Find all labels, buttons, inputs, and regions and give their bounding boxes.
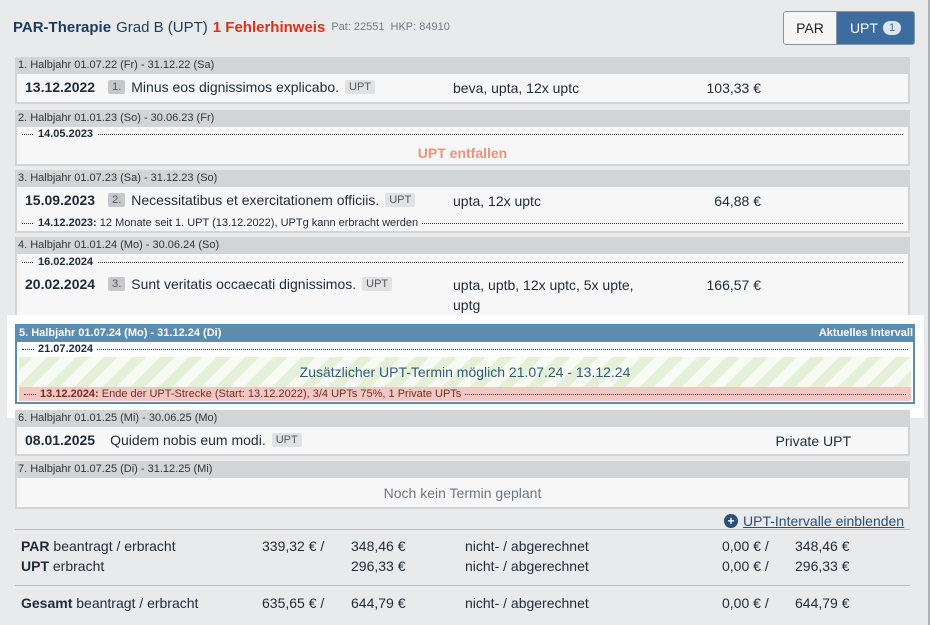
summary-upt-erbracht: 296,33 €	[351, 558, 406, 574]
error-hint-link[interactable]: 1 Fehlerhinweis	[213, 19, 326, 36]
procedure-codes-continued: uptg	[453, 297, 481, 313]
summary-upt-nicht: 0,00 € /	[722, 558, 769, 574]
interval-header: 6. Halbjahr 01.01.25 (Mi) - 30.06.25 (Mo…	[15, 410, 910, 427]
upt-tag: UPT	[271, 433, 302, 447]
summary-par-abgerechnet: 348,46 €	[795, 538, 850, 554]
upt-tag: UPT	[345, 80, 376, 94]
summary-par-nicht: 0,00 € /	[722, 538, 769, 554]
possible-upt-window[interactable]: Zusätzlicher UPT-Termin möglich 21.07.24…	[19, 357, 911, 387]
interval-header: 2. Halbjahr 01.01.23 (So) - 30.06.23 (Fr…	[15, 110, 910, 127]
marker-date: 13.12.2024:	[40, 388, 99, 400]
interval-section-6: 6. Halbjahr 01.01.25 (Mi) - 30.06.25 (Mo…	[15, 410, 910, 456]
appointment-date: 13.12.2022	[25, 79, 96, 95]
interval-section-2: 2. Halbjahr 01.01.23 (So) - 30.06.23 (Fr…	[15, 110, 910, 166]
summary-upt-label: UPT	[21, 558, 49, 574]
procedure-codes: upta, 12x uptc	[453, 193, 541, 209]
par-therapy-window: PAR-Therapie Grad B (UPT) 1 Fehlerhinwei…	[0, 0, 930, 625]
appointment-row[interactable]: 13.12.2022 1. Minus eos dignissimos expl…	[15, 74, 910, 104]
summary-par-beantragt: 339,32 € /	[262, 538, 325, 554]
summary-total-nicht: 0,00 € /	[722, 595, 769, 611]
marker-note: 12 Monate seit 1. UPT (13.12.2022), UPTg…	[99, 217, 419, 229]
appointment-description: Quidem nobis eum modi.	[110, 432, 266, 448]
date-marker: 21.07.2024	[22, 343, 908, 355]
procedure-codes: upta, uptb, 12x uptc, 5x upte,	[453, 277, 634, 293]
summary-divider	[15, 529, 910, 530]
appointment-description: Necessitatibus et exercitationem officii…	[131, 192, 380, 208]
marker-date: 14.12.2023:	[38, 217, 97, 229]
interval-header: 7. Halbjahr 01.07.25 (Di) - 31.12.25 (Mi…	[15, 461, 910, 478]
marker-date: 14.05.2023	[34, 128, 98, 140]
summary-par-erbracht: 348,46 €	[351, 538, 406, 554]
private-upt-label: Private UPT	[775, 433, 851, 449]
upt-cancelled-notice: UPT entfallen	[417, 145, 508, 161]
appointment-amount: 64,88 €	[714, 193, 761, 209]
show-upt-intervals-link[interactable]: + UPT-Intervalle einblenden	[724, 513, 904, 529]
hkp-id: HKP: 84910	[390, 21, 450, 33]
summary-total-status: nicht- / abgerechnet	[465, 595, 589, 611]
show-upt-intervals-label: UPT-Intervalle einblenden	[743, 513, 905, 529]
appointment-row[interactable]: 08.01.2025 Quidem nobis eum modi. UPT Pr…	[15, 427, 910, 456]
patient-id: Pat: 22551	[331, 21, 385, 33]
summary-par-label: PAR	[21, 538, 50, 554]
summary-par-desc: beantragt / erbracht	[53, 538, 176, 554]
appointment-number: 1.	[108, 80, 126, 94]
date-marker: 14.12.2023: 12 Monate seit 1. UPT (13.12…	[22, 217, 903, 229]
marker-date: 16.02.2024	[34, 256, 98, 268]
upt-count-badge: 1	[882, 21, 902, 35]
interval-section-1: 1. Halbjahr 01.07.22 (Fr) - 31.12.22 (Sa…	[15, 57, 910, 104]
summary-total-desc: beantragt / erbracht	[76, 595, 199, 611]
therapy-title: PAR-Therapie	[13, 18, 112, 36]
appointment-description: Sunt veritatis occaecati dignissimos.	[131, 276, 357, 292]
appointment-row[interactable]: 15.09.2023 2. Necessitatibus et exercita…	[15, 187, 910, 233]
current-interval-body: 21.07.2024 Zusätzlicher UPT-Termin mögli…	[15, 342, 915, 404]
summary-upt-abgerechnet: 296,33 €	[795, 558, 850, 574]
upt-tag: UPT	[362, 277, 393, 291]
appointment-amount: 103,33 €	[706, 80, 762, 96]
interval-section-3: 3. Halbjahr 01.07.23 (Sa) - 31.12.23 (So…	[15, 170, 910, 233]
interval-header: 1. Halbjahr 01.07.22 (Fr) - 31.12.22 (Sa…	[15, 57, 910, 74]
summary-total-beantragt: 635,65 € /	[262, 595, 325, 611]
current-interval-label: Aktuelles Intervall	[818, 327, 913, 339]
summary-upt-desc: erbracht	[52, 558, 105, 574]
marker-date: 21.07.2024	[34, 343, 98, 355]
summary-total-label: Gesamt	[21, 595, 73, 611]
date-marker: 14.05.2023	[22, 128, 903, 140]
appointment-date: 15.09.2023	[25, 192, 96, 208]
appointment-description: Minus eos dignissimos explicabo.	[131, 79, 340, 95]
appointment-amount: 166,57 €	[706, 277, 762, 293]
summary-total-erbracht: 644,79 €	[351, 595, 406, 611]
interval-header: 5. Halbjahr 01.07.24 (Mo) - 31.12.24 (Di…	[19, 327, 222, 339]
appointment-date: 20.02.2024	[25, 276, 96, 292]
interval-header: 4. Halbjahr 01.01.24 (Mo) - 30.06.24 (So…	[15, 237, 910, 254]
current-interval-header: 5. Halbjahr 01.07.24 (Mo) - 31.12.24 (Di…	[15, 324, 915, 342]
interval-header: 3. Halbjahr 01.07.23 (Sa) - 31.12.23 (So…	[15, 170, 910, 187]
par-upt-toggle: PAR UPT 1	[783, 11, 915, 45]
therapy-grade: Grad B (UPT)	[116, 18, 208, 36]
total-divider	[15, 585, 910, 586]
upt-end-bar: 13.12.2024: Ende der UPT-Strecke (Start:…	[19, 387, 911, 401]
date-marker: 16.02.2024	[22, 256, 903, 268]
interval-section-7: 7. Halbjahr 01.07.25 (Di) - 31.12.25 (Mi…	[15, 461, 910, 509]
toggle-upt-button[interactable]: UPT 1	[837, 12, 914, 44]
no-appointment-placeholder: Noch kein Termin geplant	[383, 485, 542, 501]
summary-upt-status: nicht- / abgerechnet	[465, 558, 589, 574]
appointment-number: 3.	[108, 277, 126, 291]
procedure-codes: beva, upta, 12x uptc	[453, 80, 580, 96]
date-marker: 13.12.2024: Ende der UPT-Strecke (Start:…	[24, 388, 906, 400]
appointment-date: 08.01.2025	[25, 432, 96, 448]
interval-section-4: 4. Halbjahr 01.01.24 (Mo) - 30.06.24 (So…	[15, 237, 910, 320]
therapy-header: PAR-Therapie Grad B (UPT) 1 Fehlerhinwei…	[13, 14, 450, 40]
upt-tag: UPT	[385, 193, 416, 207]
plus-circle-icon: +	[724, 514, 738, 528]
summary-total-abgerechnet: 644,79 €	[795, 595, 850, 611]
appointment-number: 2.	[108, 193, 126, 207]
marker-note: Ende der UPT-Strecke (Start: 13.12.2022)…	[101, 388, 462, 400]
summary-par-status: nicht- / abgerechnet	[465, 538, 589, 554]
toggle-upt-label: UPT	[849, 20, 878, 36]
current-interval-highlight: 5. Halbjahr 01.07.24 (Mo) - 31.12.24 (Di…	[7, 315, 924, 418]
toggle-par-button[interactable]: PAR	[784, 12, 837, 44]
